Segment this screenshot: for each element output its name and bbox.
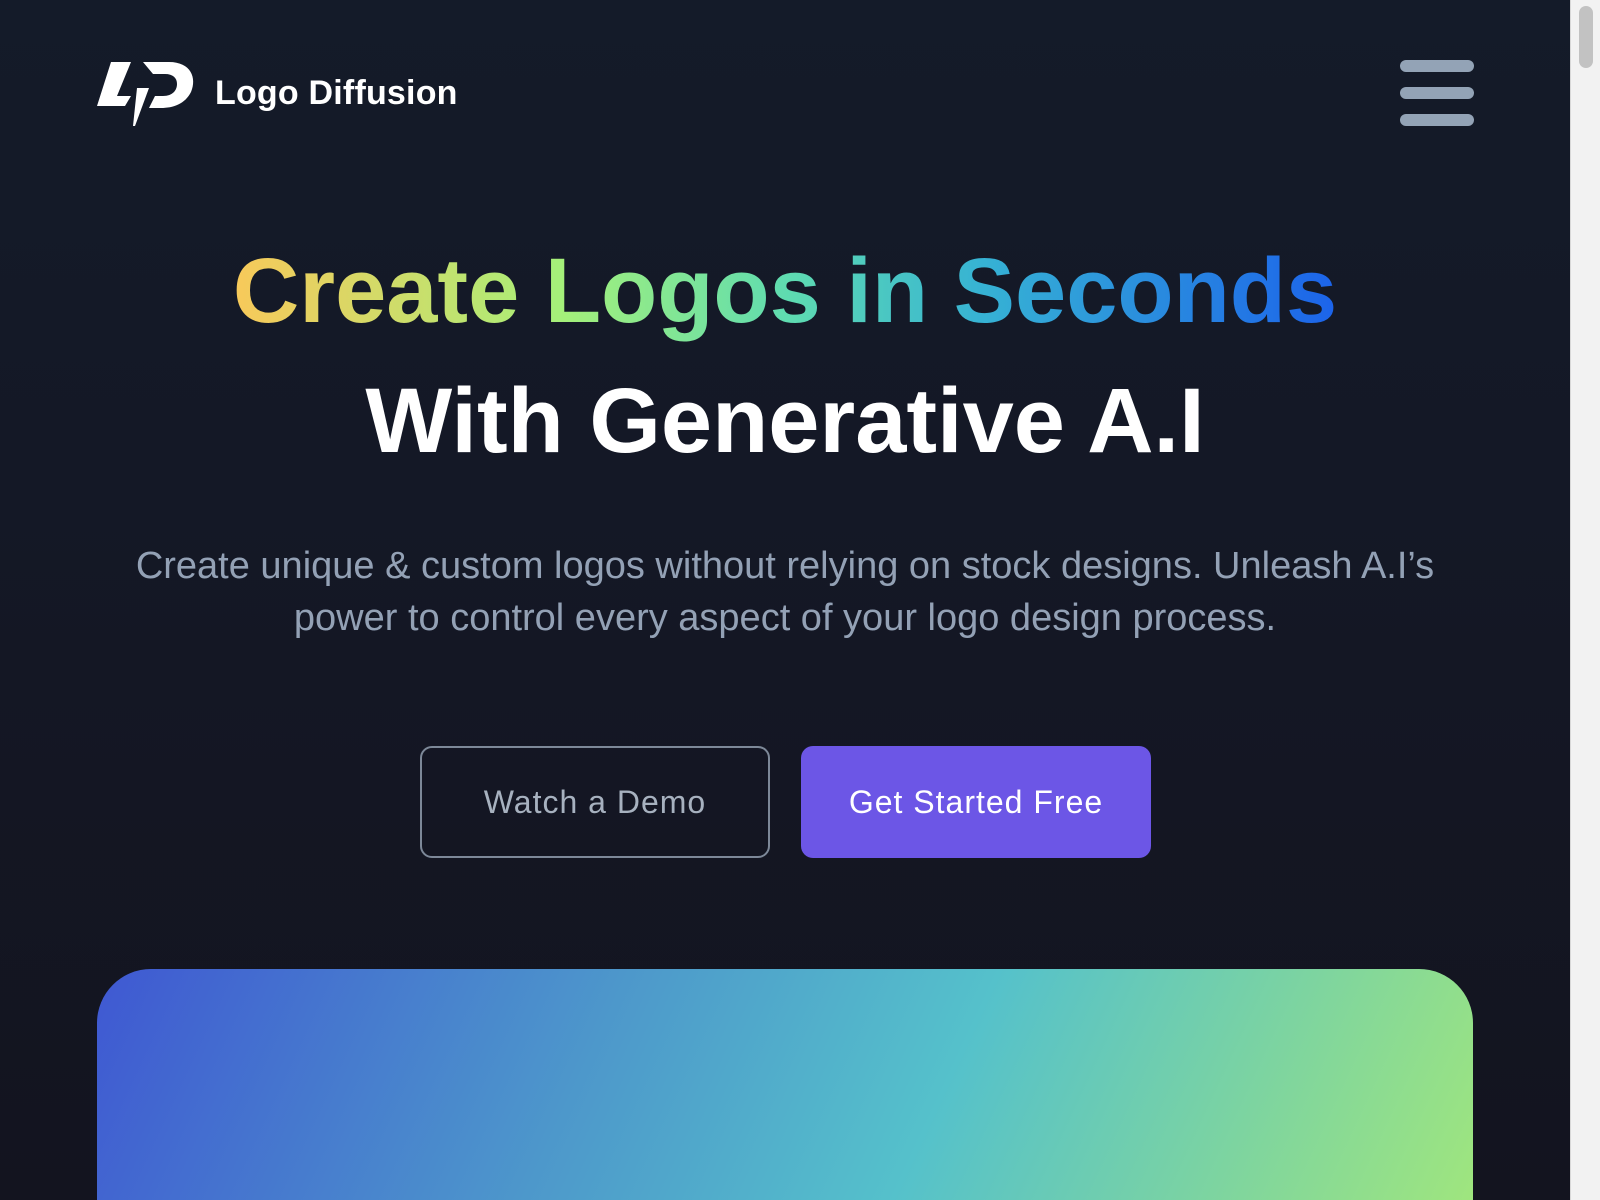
get-started-button[interactable]: Get Started Free [801,746,1151,858]
hero-subtitle: Create unique & custom logos without rel… [135,545,1435,639]
menu-bar [1400,87,1474,99]
brand-name[interactable]: Logo Diffusion [215,74,458,113]
hero-headline-second-line: With Generative A.I [365,370,1205,472]
hero-headline-gradient: Create Logos in Seconds [0,236,1570,346]
preview-card [97,969,1473,1200]
scrollbar-thumb[interactable] [1579,6,1593,68]
vertical-scrollbar[interactable] [1570,0,1600,1200]
landing-page: Logo Diffusion Create Logos in Seconds W… [0,0,1570,1200]
hamburger-menu-icon[interactable] [1400,60,1474,126]
headline-word: Create [232,240,520,342]
menu-bar [1400,114,1474,126]
headline-word: Logos [544,240,821,342]
headline-word: in [846,240,929,342]
menu-bar [1400,60,1474,72]
site-header: Logo Diffusion [97,58,458,128]
watch-demo-button[interactable]: Watch a Demo [420,746,770,858]
headline-word: Seconds [953,240,1338,342]
logo-diffusion-mark-icon[interactable] [97,58,197,128]
hero-headline-text: Create Logos in Seconds [233,240,1337,342]
